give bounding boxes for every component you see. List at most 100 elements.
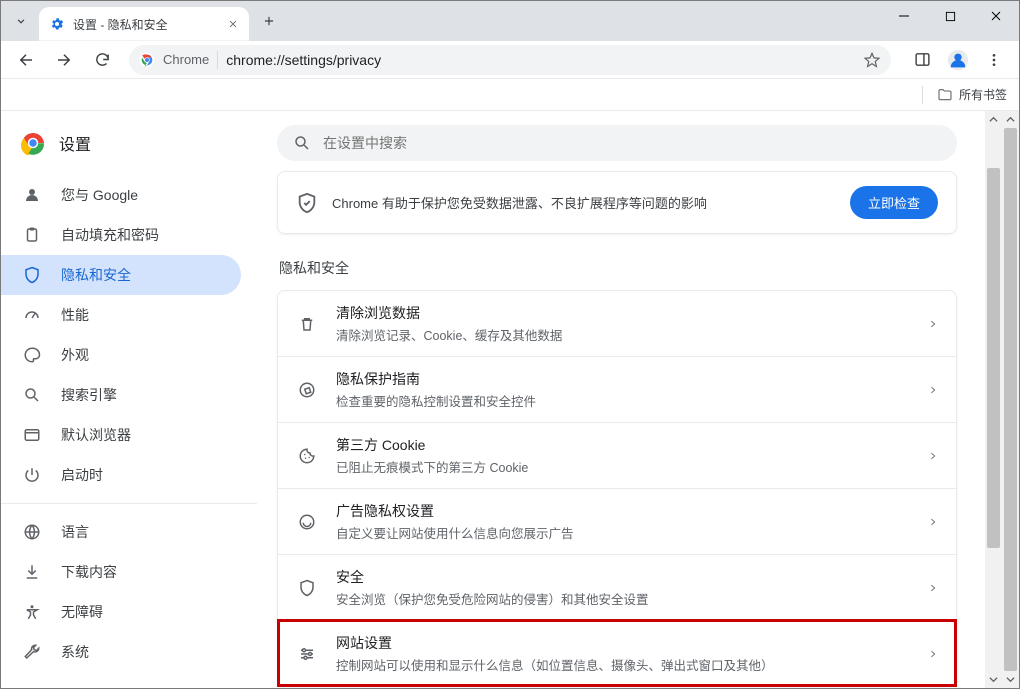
sidebar-item-system[interactable]: 系统 (1, 632, 241, 672)
minimize-button[interactable] (881, 1, 927, 31)
palette-icon (23, 346, 41, 364)
titlebar: 设置 - 隐私和安全 (1, 1, 1019, 41)
folder-icon (937, 87, 953, 103)
scroll-up-button[interactable] (985, 111, 1002, 128)
row-clear-browsing-data[interactable]: 清除浏览数据 清除浏览记录、Cookie、缓存及其他数据 (278, 291, 956, 356)
scroll-down-button[interactable] (985, 671, 1002, 688)
back-button[interactable] (9, 44, 43, 76)
site-chip[interactable]: Chrome (163, 52, 209, 67)
chrome-logo-icon (139, 52, 155, 68)
scroll-down-button[interactable] (1002, 671, 1019, 688)
reload-button[interactable] (85, 44, 119, 76)
sidebar-item-accessibility[interactable]: 无障碍 (1, 592, 241, 632)
star-icon[interactable] (863, 51, 881, 69)
chevron-right-icon (928, 649, 938, 659)
chevron-right-icon (928, 583, 938, 593)
row-subtitle: 检查重要的隐私控制设置和安全控件 (336, 391, 910, 410)
sidebar-item-label: 语言 (61, 522, 89, 542)
sidebar-item-you-and-google[interactable]: 您与 Google (1, 175, 241, 215)
row-third-party-cookies[interactable]: 第三方 Cookie 已阻止无痕模式下的第三方 Cookie (278, 422, 956, 488)
all-bookmarks-button[interactable]: 所有书签 (937, 86, 1007, 103)
new-tab-button[interactable] (255, 7, 283, 35)
active-tab[interactable]: 设置 - 隐私和安全 (39, 7, 249, 41)
settings-search[interactable] (277, 125, 957, 161)
gear-icon (49, 16, 65, 32)
sidebar-item-performance[interactable]: 性能 (1, 295, 241, 335)
chevron-right-icon (928, 319, 938, 329)
address-bar[interactable]: Chrome chrome://settings/privacy (129, 45, 891, 75)
sidebar-item-label: 系统 (61, 642, 89, 662)
search-icon (293, 134, 311, 152)
person-icon (23, 186, 41, 204)
sidebar-item-label: 外观 (61, 345, 89, 365)
sidebar-item-languages[interactable]: 语言 (1, 512, 241, 552)
chevron-right-icon (928, 385, 938, 395)
toolbar: Chrome chrome://settings/privacy (1, 41, 1019, 79)
profile-avatar-button[interactable] (941, 44, 975, 76)
sidebar-item-privacy[interactable]: 隐私和安全 (1, 255, 241, 295)
row-subtitle: 清除浏览记录、Cookie、缓存及其他数据 (336, 325, 910, 344)
speedometer-icon (23, 306, 41, 324)
sidebar-item-default-browser[interactable]: 默认浏览器 (1, 415, 241, 455)
sidebar-item-appearance[interactable]: 外观 (1, 335, 241, 375)
sidebar-item-autofill[interactable]: 自动填充和密码 (1, 215, 241, 255)
sidebar-item-search-engine[interactable]: 搜索引擎 (1, 375, 241, 415)
kebab-menu-button[interactable] (977, 44, 1011, 76)
sidebar-item-label: 性能 (61, 305, 89, 325)
compass-icon (296, 381, 318, 399)
row-title: 第三方 Cookie (336, 435, 910, 455)
safety-check-button[interactable]: 立即检查 (850, 186, 938, 219)
all-bookmarks-label: 所有书签 (959, 86, 1007, 103)
privacy-list-card: 清除浏览数据 清除浏览记录、Cookie、缓存及其他数据 隐私保护指南 检查重要… (277, 290, 957, 687)
section-title-privacy: 隐私和安全 (279, 258, 983, 278)
content-area: 设置 您与 Google 自动填充和密码 隐私和安全 性能 外观 (1, 111, 1019, 688)
sliders-icon (296, 645, 318, 663)
sidebar-item-label: 自动填充和密码 (61, 225, 159, 245)
accessibility-icon (23, 603, 41, 621)
scroll-up-button[interactable] (1002, 111, 1019, 128)
sidebar-item-label: 您与 Google (61, 185, 138, 205)
tabs-dropdown-button[interactable] (7, 7, 35, 35)
chevron-right-icon (928, 451, 938, 461)
shield-icon (23, 266, 41, 284)
side-panel-button[interactable] (905, 44, 939, 76)
url-text: chrome://settings/privacy (226, 52, 855, 68)
omnibox-separator (217, 51, 218, 69)
browser-window: 设置 - 隐私和安全 (0, 0, 1020, 689)
row-ad-privacy[interactable]: 广告隐私权设置 自定义要让网站使用什么信息向您展示广告 (278, 488, 956, 554)
row-subtitle: 控制网站可以使用和显示什么信息（如位置信息、摄像头、弹出式窗口及其他） (336, 655, 910, 674)
power-icon (23, 466, 41, 484)
window-controls (881, 1, 1019, 31)
forward-button[interactable] (47, 44, 81, 76)
cookie-icon (296, 447, 318, 465)
download-icon (23, 563, 41, 581)
row-subtitle: 已阻止无痕模式下的第三方 Cookie (336, 457, 910, 476)
scrollbar-thumb[interactable] (1004, 128, 1017, 671)
row-title: 广告隐私权设置 (336, 501, 910, 521)
browser-window-icon (23, 426, 41, 444)
sidebar-item-downloads[interactable]: 下载内容 (1, 552, 241, 592)
ads-icon (296, 513, 318, 531)
sidebar-item-label: 下载内容 (61, 562, 117, 582)
row-site-settings[interactable]: 网站设置 控制网站可以使用和显示什么信息（如位置信息、摄像头、弹出式窗口及其他） (278, 620, 956, 686)
window-scrollbar[interactable] (1002, 111, 1019, 688)
row-security[interactable]: 安全 安全浏览（保护您免受危险网站的侵害）和其他安全设置 (278, 554, 956, 620)
search-icon (23, 386, 41, 404)
settings-search-input[interactable] (321, 134, 941, 152)
row-title: 清除浏览数据 (336, 303, 910, 323)
scrollbar-thumb[interactable] (987, 168, 1000, 548)
safety-check-text: Chrome 有助于保护您免受数据泄露、不良扩展程序等问题的影响 (332, 193, 836, 212)
sidebar-item-on-startup[interactable]: 启动时 (1, 455, 241, 495)
close-tab-button[interactable] (225, 16, 241, 32)
row-privacy-guide[interactable]: 隐私保护指南 检查重要的隐私控制设置和安全控件 (278, 356, 956, 422)
sidebar-item-label: 搜索引擎 (61, 385, 117, 405)
maximize-button[interactable] (927, 1, 973, 31)
safety-check-card: Chrome 有助于保护您免受数据泄露、不良扩展程序等问题的影响 立即检查 (277, 171, 957, 234)
chevron-right-icon (928, 517, 938, 527)
sidebar-item-label: 隐私和安全 (61, 265, 131, 285)
content-scrollbar[interactable] (985, 111, 1002, 688)
settings-main: Chrome 有助于保护您免受数据泄露、不良扩展程序等问题的影响 立即检查 隐私… (257, 111, 1019, 688)
settings-sidebar: 设置 您与 Google 自动填充和密码 隐私和安全 性能 外观 (1, 111, 257, 688)
close-window-button[interactable] (973, 1, 1019, 31)
wrench-icon (23, 643, 41, 661)
